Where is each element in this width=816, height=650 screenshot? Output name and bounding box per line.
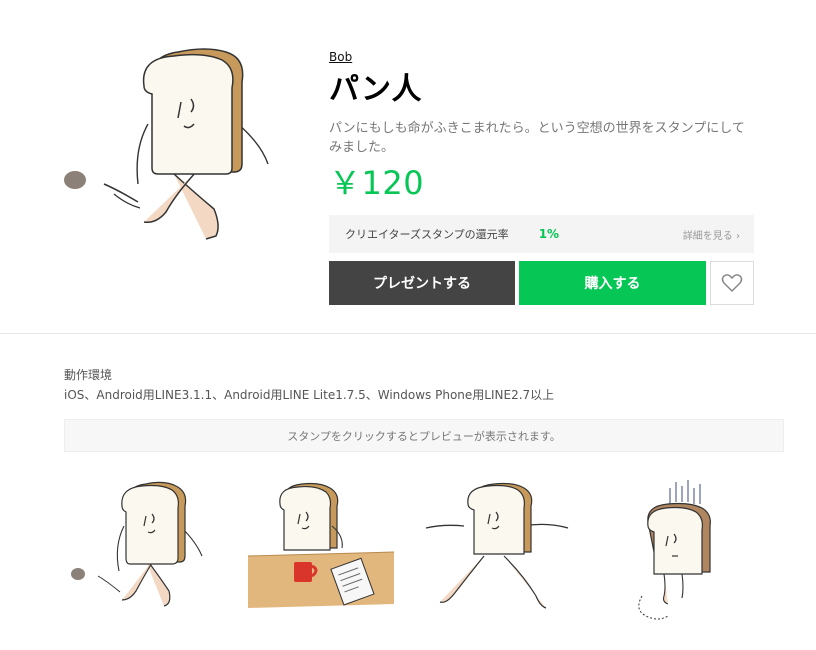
sticker-thumbnail-3[interactable]	[424, 476, 584, 626]
section-divider	[0, 333, 816, 334]
favorite-button[interactable]	[710, 261, 754, 305]
rebate-bar[interactable]: クリエイターズスタンプの還元率 1% 詳細を見る ›	[329, 215, 754, 253]
main-sticker-image	[64, 48, 269, 240]
buy-button[interactable]: 購入する	[519, 261, 706, 305]
preview-hint: スタンプをクリックするとプレビューが表示されます。	[64, 419, 784, 452]
sticker-description: パンにもしも命がふきこまれたら。という空想の世界をスタンプにしてみました。	[329, 121, 745, 155]
rebate-details-link[interactable]: 詳細を見る ›	[683, 227, 740, 242]
sticker-thumbnail-1[interactable]	[64, 476, 224, 626]
heart-icon	[721, 274, 743, 292]
sticker-thumbnail-4[interactable]	[604, 476, 764, 626]
sticker-title: パン人	[329, 72, 422, 107]
environment-label: 動作環境	[64, 368, 113, 382]
rebate-percent: 1%	[538, 227, 560, 241]
sticker-thumbnail-2[interactable]	[244, 476, 404, 626]
gift-button[interactable]: プレゼントする	[329, 261, 515, 305]
rebate-label: クリエイターズスタンプの還元率	[345, 228, 509, 241]
action-buttons: プレゼントする 購入する	[329, 261, 755, 305]
environment-value: iOS、Android用LINE3.1.1、Android用LINE Lite1…	[64, 388, 555, 402]
price: ￥120	[329, 164, 425, 202]
author-link[interactable]: Bob	[329, 50, 352, 64]
